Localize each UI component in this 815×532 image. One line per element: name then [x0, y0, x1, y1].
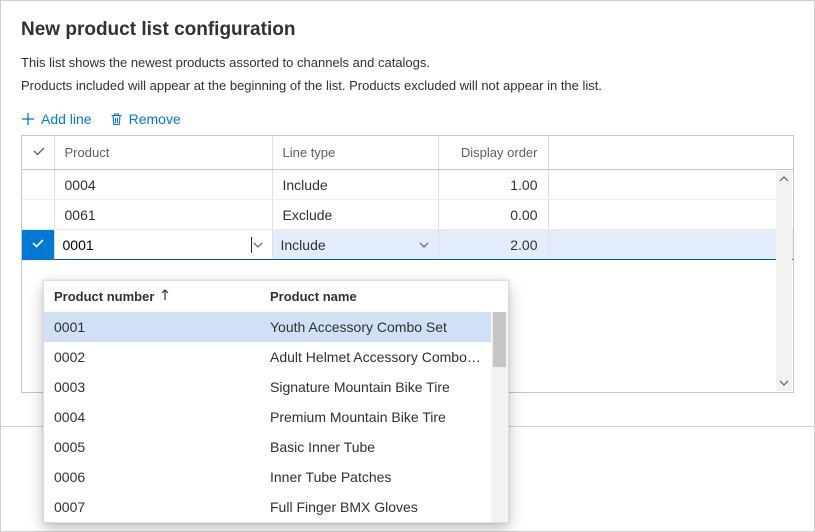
display-order-cell[interactable]: 0.00	[439, 201, 548, 229]
blank-cell	[548, 170, 793, 200]
lookup-product-name: Full Finger BMX Gloves	[270, 499, 498, 515]
lookup-row[interactable]: 0006Inner Tube Patches	[44, 462, 508, 492]
row-selected-indicator[interactable]	[22, 230, 54, 260]
blank-cell	[548, 230, 793, 260]
description-line-1: This list shows the newest products asso…	[21, 55, 794, 70]
column-header-product[interactable]: Product	[54, 136, 272, 170]
add-line-label: Add line	[41, 111, 92, 127]
plus-icon	[21, 112, 35, 126]
trash-icon	[110, 112, 123, 126]
lookup-header-number[interactable]: Product number	[54, 289, 270, 304]
lookup-product-number: 0006	[54, 469, 270, 485]
lookup-row[interactable]: 0001Youth Accessory Combo Set	[44, 312, 508, 342]
lookup-header: Product number Product name	[44, 281, 508, 312]
lookup-product-number: 0005	[54, 439, 270, 455]
config-panel: New product list configuration This list…	[0, 0, 815, 532]
lookup-product-number: 0003	[54, 379, 270, 395]
table-row[interactable]: 0061Exclude0.00	[22, 200, 793, 230]
lookup-product-name: Premium Mountain Bike Tire	[270, 409, 498, 425]
select-all-header[interactable]	[22, 136, 54, 170]
lookup-product-number: 0001	[54, 319, 270, 335]
display-order-cell[interactable]: 2.00	[439, 231, 548, 259]
description-line-2: Products included will appear at the beg…	[21, 78, 794, 93]
lookup-product-number: 0004	[54, 409, 270, 425]
add-line-button[interactable]: Add line	[21, 111, 92, 127]
product-input-cell	[55, 230, 272, 259]
remove-button[interactable]: Remove	[110, 111, 181, 127]
grid-scrollbar[interactable]	[776, 171, 792, 391]
lookup-product-number: 0007	[54, 499, 270, 515]
line-type-cell[interactable]: Exclude	[273, 201, 438, 229]
lookup-product-number: 0002	[54, 349, 270, 365]
row-checkbox[interactable]	[22, 170, 54, 200]
line-type-cell[interactable]: Include	[273, 171, 438, 199]
product-lookup-panel: Product number Product name 0001Youth Ac…	[43, 280, 509, 523]
scrollbar-thumb[interactable]	[493, 312, 506, 367]
column-header-line-type[interactable]: Line type	[272, 136, 438, 170]
lookup-scrollbar[interactable]	[491, 312, 508, 522]
row-checkbox[interactable]	[22, 200, 54, 230]
remove-label: Remove	[129, 111, 181, 127]
sort-asc-icon	[160, 289, 170, 304]
page-title: New product list configuration	[21, 19, 794, 41]
toolbar: Add line Remove	[21, 111, 794, 127]
lookup-product-name: Signature Mountain Bike Tire	[270, 379, 498, 395]
lookup-product-name: Youth Accessory Combo Set	[270, 319, 498, 335]
lookup-row[interactable]: 0004Premium Mountain Bike Tire	[44, 402, 508, 432]
table-row[interactable]: 0004Include1.00	[22, 170, 793, 200]
blank-cell	[548, 200, 793, 230]
lookup-row[interactable]: 0002Adult Helmet Accessory Combo…	[44, 342, 508, 372]
product-cell[interactable]: 0061	[55, 201, 272, 229]
table-row-active[interactable]: Include2.00	[22, 230, 793, 260]
lookup-row[interactable]: 0005Basic Inner Tube	[44, 432, 508, 462]
lookup-row[interactable]: 0003Signature Mountain Bike Tire	[44, 372, 508, 402]
lookup-product-name: Adult Helmet Accessory Combo…	[270, 349, 498, 365]
chevron-down-icon[interactable]	[252, 239, 264, 251]
lookup-product-name: Inner Tube Patches	[270, 469, 498, 485]
chevron-down-icon	[418, 239, 430, 251]
scroll-down-icon[interactable]	[776, 375, 792, 391]
column-header-display-order[interactable]: Display order	[438, 136, 548, 170]
column-header-blank	[548, 136, 793, 170]
lookup-row[interactable]: 0007Full Finger BMX Gloves	[44, 492, 508, 522]
display-order-cell[interactable]: 1.00	[439, 171, 548, 199]
line-type-dropdown[interactable]: Include	[273, 230, 438, 259]
scroll-up-icon[interactable]	[776, 171, 792, 187]
lookup-header-name[interactable]: Product name	[270, 289, 498, 304]
product-cell[interactable]: 0004	[55, 171, 272, 199]
product-input[interactable]	[63, 231, 250, 259]
lookup-product-name: Basic Inner Tube	[270, 439, 498, 455]
